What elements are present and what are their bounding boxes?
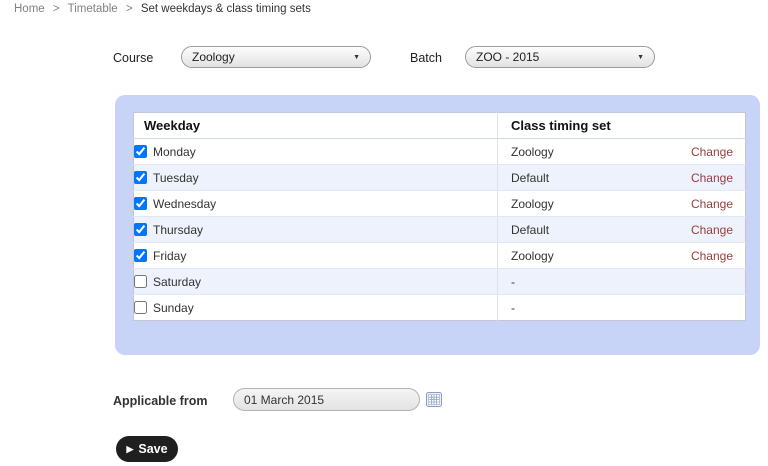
- breadcrumb: Home > Timetable > Set weekdays & class …: [14, 3, 311, 15]
- weekday-checkbox[interactable]: [134, 301, 147, 314]
- change-link[interactable]: Change: [691, 223, 733, 237]
- table-row: Tuesday Default Change: [134, 165, 746, 191]
- batch-selected-value: ZOO - 2015: [476, 50, 539, 64]
- weekday-label: Saturday: [153, 275, 201, 289]
- weekday-toggle[interactable]: Thursday: [134, 223, 497, 237]
- weekday-label: Sunday: [153, 301, 194, 315]
- save-button-label: Save: [138, 442, 167, 456]
- timing-set-value: -: [511, 301, 515, 315]
- change-link[interactable]: Change: [691, 171, 733, 185]
- weekday-label: Thursday: [153, 223, 203, 237]
- weekday-checkbox[interactable]: [134, 223, 147, 236]
- timing-set-value: Zoology: [511, 145, 554, 159]
- course-label: Course: [113, 51, 153, 65]
- weekday-label: Monday: [153, 145, 196, 159]
- breadcrumb-timetable[interactable]: Timetable: [68, 3, 118, 15]
- applicable-from-label: Applicable from: [113, 394, 207, 408]
- table-row: Thursday Default Change: [134, 217, 746, 243]
- play-icon: ▶: [126, 445, 133, 454]
- breadcrumb-separator: >: [126, 3, 133, 15]
- table-row: Friday Zoology Change: [134, 243, 746, 269]
- chevron-down-icon: ▼: [353, 54, 360, 61]
- weekday-toggle[interactable]: Wednesday: [134, 197, 497, 211]
- course-select[interactable]: Zoology ▼: [181, 46, 371, 68]
- weekday-column-header: Weekday: [134, 113, 498, 139]
- weekday-table: Weekday Class timing set Monday Zoology …: [133, 112, 746, 321]
- weekday-toggle[interactable]: Saturday: [134, 275, 497, 289]
- breadcrumb-separator: >: [53, 3, 60, 15]
- chevron-down-icon: ▼: [637, 54, 644, 61]
- timing-set-value: -: [511, 275, 515, 289]
- weekday-checkbox[interactable]: [134, 171, 147, 184]
- applicable-from-input[interactable]: 01 March 2015: [233, 388, 420, 411]
- applicable-from-value: 01 March 2015: [244, 393, 324, 407]
- timing-set-column-header: Class timing set: [498, 113, 746, 139]
- timing-set-value: Zoology: [511, 249, 554, 263]
- table-row: Saturday -: [134, 269, 746, 295]
- table-row: Monday Zoology Change: [134, 139, 746, 165]
- change-link[interactable]: Change: [691, 197, 733, 211]
- weekday-toggle[interactable]: Friday: [134, 249, 497, 263]
- weekday-toggle[interactable]: Sunday: [134, 301, 497, 315]
- change-link[interactable]: Change: [691, 145, 733, 159]
- calendar-icon[interactable]: [426, 392, 442, 407]
- table-row: Sunday -: [134, 295, 746, 321]
- weekday-table-body: Monday Zoology Change Tuesday Default: [134, 139, 746, 321]
- course-selected-value: Zoology: [192, 50, 235, 64]
- timing-set-value: Default: [511, 223, 549, 237]
- page: Home > Timetable > Set weekdays & class …: [0, 0, 768, 466]
- weekday-label: Friday: [153, 249, 186, 263]
- weekday-label: Tuesday: [153, 171, 199, 185]
- timing-set-value: Default: [511, 171, 549, 185]
- weekday-checkbox[interactable]: [134, 145, 147, 158]
- timing-set-value: Zoology: [511, 197, 554, 211]
- table-header-row: Weekday Class timing set: [134, 113, 746, 139]
- save-button[interactable]: ▶ Save: [116, 436, 178, 462]
- weekday-checkbox[interactable]: [134, 249, 147, 262]
- weekday-label: Wednesday: [153, 197, 216, 211]
- breadcrumb-home[interactable]: Home: [14, 3, 45, 15]
- batch-select[interactable]: ZOO - 2015 ▼: [465, 46, 655, 68]
- weekday-checkbox[interactable]: [134, 275, 147, 288]
- weekday-toggle[interactable]: Monday: [134, 145, 497, 159]
- batch-label: Batch: [410, 51, 442, 65]
- table-row: Wednesday Zoology Change: [134, 191, 746, 217]
- weekday-checkbox[interactable]: [134, 197, 147, 210]
- change-link[interactable]: Change: [691, 249, 733, 263]
- weekday-toggle[interactable]: Tuesday: [134, 171, 497, 185]
- breadcrumb-current: Set weekdays & class timing sets: [141, 3, 311, 15]
